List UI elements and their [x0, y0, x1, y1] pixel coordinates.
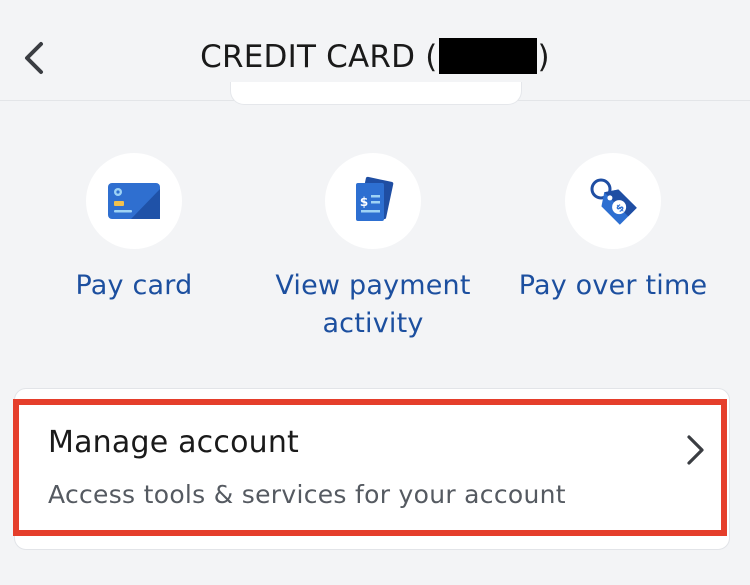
pay-card-icon-circle: [86, 153, 182, 249]
pay-over-time-action[interactable]: $ Pay over time: [508, 153, 718, 305]
manage-account-row[interactable]: Manage account Access tools & services f…: [13, 399, 727, 536]
view-payment-activity-label: View payment activity: [275, 270, 471, 339]
manage-account-subtitle: Access tools & services for your account: [48, 480, 566, 509]
payment-documents-icon: $: [356, 176, 394, 221]
page-title: CREDIT CARD (): [0, 38, 750, 75]
manage-account-title: Manage account: [48, 425, 300, 460]
credit-card-icon: [108, 183, 160, 219]
pay-over-time-icon-circle: $: [565, 153, 661, 249]
pay-card-action[interactable]: Pay card: [34, 153, 234, 305]
pay-over-time-label: Pay over time: [518, 270, 708, 301]
title-suffix: ): [537, 39, 550, 75]
svg-text:$: $: [360, 195, 368, 209]
pay-card-label: Pay card: [75, 270, 193, 301]
title-prefix: CREDIT CARD (: [200, 39, 438, 75]
redacted-account-number: [438, 38, 537, 74]
view-payment-activity-action[interactable]: $ View payment activity: [262, 153, 484, 343]
dollar-tag-icon: $: [590, 178, 637, 225]
card-summary-edge: [230, 82, 522, 105]
chevron-right-icon: [687, 435, 704, 465]
payment-activity-icon-circle: $: [325, 153, 421, 249]
